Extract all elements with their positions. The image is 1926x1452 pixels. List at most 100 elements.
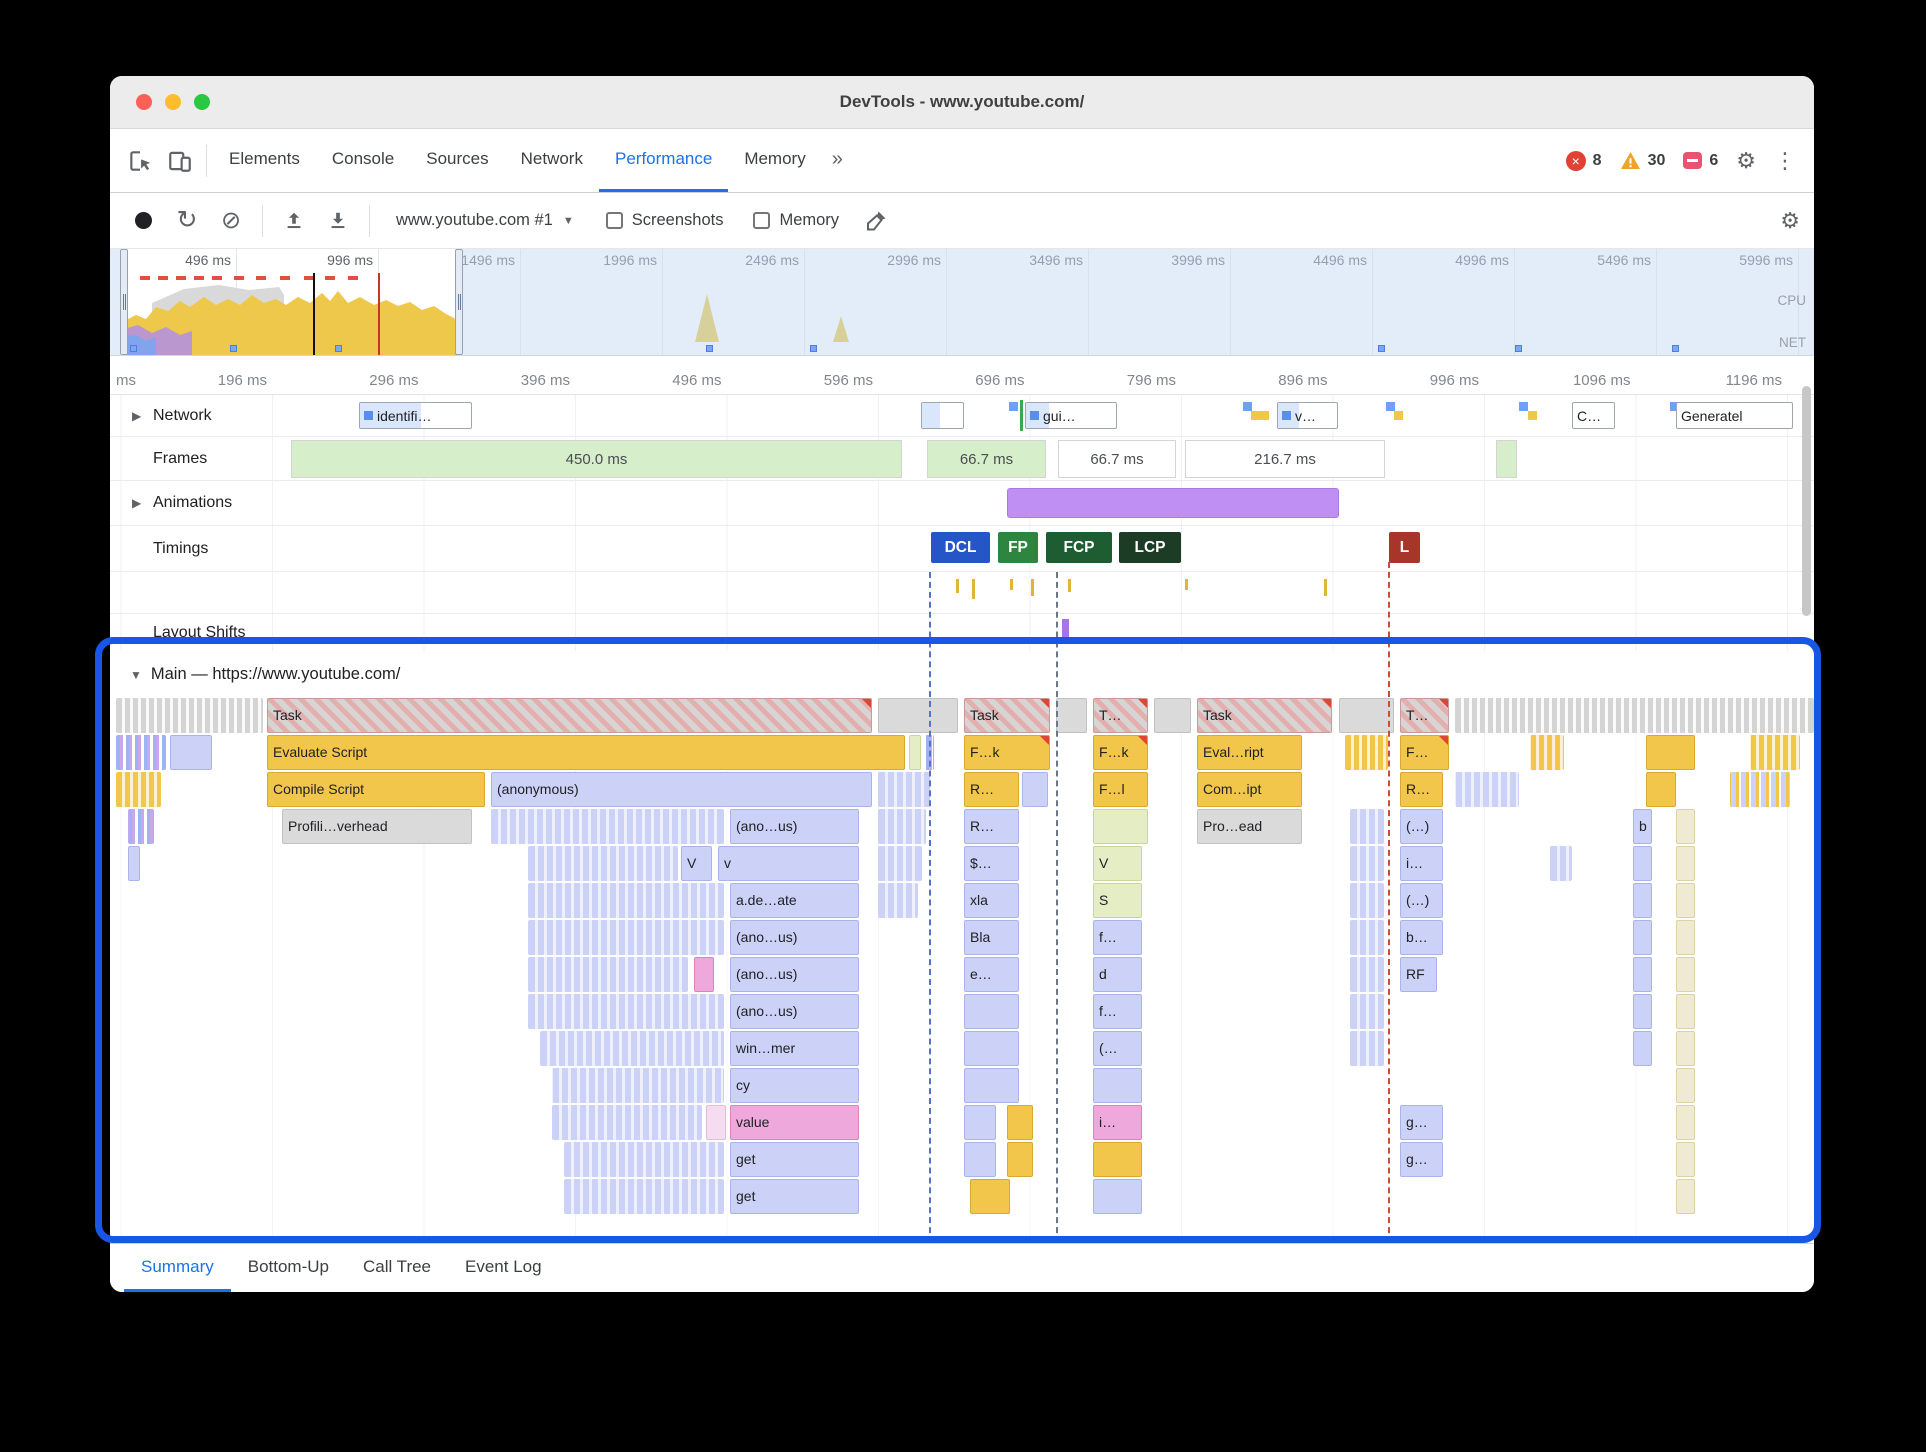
details-tab-event-log[interactable]: Event Log [448,1244,559,1292]
flame-bar[interactable] [528,883,724,918]
flame-bar[interactable] [909,735,921,770]
timing-marker-l[interactable]: L [1389,532,1420,563]
flame-bar[interactable] [1646,735,1695,770]
flame-bar[interactable] [1350,883,1384,918]
flame-bar[interactable]: F… [1400,735,1449,770]
flame-bar[interactable] [970,1179,1010,1214]
animation-bar[interactable] [1007,488,1339,518]
flame-bar[interactable] [116,698,263,733]
flame-bar[interactable] [1056,698,1087,733]
flame-bar[interactable] [878,809,926,844]
tab-elements[interactable]: Elements [213,129,316,192]
flame-bar[interactable]: Task [964,698,1050,733]
warning-count-badge[interactable]: 30 [1620,151,1665,170]
device-toolbar-icon[interactable] [160,139,200,183]
layout-shifts-track[interactable]: Layout Shifts [110,614,1814,651]
flame-bar[interactable] [964,994,1019,1029]
flame-bar[interactable] [128,809,154,844]
reload-and-record-button[interactable]: ↻ [168,202,206,240]
save-profile-icon[interactable] [319,202,357,240]
flame-bar[interactable] [1007,1142,1033,1177]
flame-bar[interactable]: S [1093,883,1142,918]
flame-bar[interactable] [878,846,922,881]
flame-bar[interactable] [1345,735,1388,770]
network-track[interactable]: ▶ Network identifi… gui… v… C… Generatel [110,395,1814,437]
issues-count-badge[interactable]: 6 [1683,152,1718,170]
expand-animations-icon[interactable]: ▶ [132,496,146,510]
flame-bar[interactable]: i… [1400,846,1443,881]
flame-bar[interactable]: Bla [964,920,1019,955]
flame-bar[interactable] [1676,1105,1695,1140]
collapse-main-icon[interactable]: ▼ [130,668,142,682]
settings-gear-icon[interactable]: ⚙ [1736,149,1756,172]
minimize-window-button[interactable] [165,94,181,110]
flame-bar[interactable]: Pro…ead [1197,809,1302,844]
flame-bar[interactable] [1633,846,1652,881]
flame-bar[interactable]: (…) [1400,809,1443,844]
selection-handle-right[interactable] [455,249,463,355]
flame-bar[interactable]: RF [1400,957,1437,992]
flame-bar[interactable]: get [730,1179,859,1214]
flame-bar[interactable] [878,772,930,807]
flame-bar[interactable]: a.de…ate [730,883,859,918]
flame-bar[interactable]: R… [964,772,1019,807]
record-button[interactable] [124,202,162,240]
flame-bar[interactable]: b [1633,809,1652,844]
flame-bar[interactable] [1550,846,1572,881]
flame-bar[interactable]: T… [1400,698,1449,733]
timing-marker-dcl[interactable]: DCL [931,532,990,563]
close-window-button[interactable] [136,94,152,110]
timing-marker-fp[interactable]: FP [998,532,1038,563]
flame-bar[interactable] [1350,920,1384,955]
flame-bar[interactable] [1093,809,1148,844]
flame-bar[interactable] [1350,994,1384,1029]
frame-duration-bar[interactable] [1496,440,1517,478]
flame-bar[interactable] [1093,1179,1142,1214]
flame-bar[interactable]: (anonymous) [491,772,872,807]
profile-history-select[interactable]: www.youtube.com #1 ▼ [386,211,584,230]
flame-bar[interactable] [1676,1179,1695,1214]
frame-duration-bar[interactable]: 450.0 ms [291,440,902,478]
flame-bar[interactable] [1676,809,1695,844]
flame-bar[interactable]: Evaluate Script [267,735,905,770]
flame-bar[interactable]: F…k [964,735,1050,770]
flame-bar[interactable]: T… [1093,698,1148,733]
flame-bar[interactable] [964,1142,996,1177]
flame-bar[interactable] [128,846,140,881]
flame-bar[interactable]: R… [1400,772,1443,807]
network-request[interactable]: C… [1572,402,1615,429]
inspect-element-icon[interactable] [120,139,160,183]
tab-sources[interactable]: Sources [410,129,504,192]
flame-bar[interactable]: e… [964,957,1019,992]
tab-performance[interactable]: Performance [598,129,729,192]
flame-bar[interactable] [694,957,714,992]
flame-bar[interactable] [1633,957,1652,992]
frame-duration-bar[interactable]: 66.7 ms [1058,440,1176,478]
timeline-overview[interactable]: 496 ms996 ms1496 ms1996 ms2496 ms2996 ms… [110,249,1814,356]
frame-duration-bar[interactable]: 66.7 ms [927,440,1046,478]
details-tab-call-tree[interactable]: Call Tree [346,1244,448,1292]
flame-bar[interactable] [1530,735,1564,770]
timing-marker-fcp[interactable]: FCP [1046,532,1112,563]
vertical-scrollbar-thumb[interactable] [1802,386,1811,616]
flame-bar[interactable] [552,1068,724,1103]
flame-bar[interactable] [964,1031,1019,1066]
flame-bar[interactable]: F…l [1093,772,1148,807]
flame-bar[interactable]: v [718,846,859,881]
flame-bar[interactable]: (ano…us) [730,957,859,992]
flame-bar[interactable] [528,846,678,881]
flame-bar[interactable] [1339,698,1394,733]
timings-track[interactable]: Timings DCL FP FCP LCP L [110,526,1814,572]
flame-chart[interactable]: Task Task T… Task T… Evaluate Script F…k F…k Eva… [110,698,1814,1243]
flame-bar[interactable] [878,883,918,918]
flame-bar[interactable] [540,1031,724,1066]
flame-bar[interactable] [1455,698,1814,733]
expand-network-icon[interactable]: ▶ [132,409,146,423]
flame-bar[interactable] [1750,735,1800,770]
selection-handle-left[interactable] [120,249,128,355]
load-profile-icon[interactable] [275,202,313,240]
flame-bar[interactable]: Compile Script [267,772,485,807]
flame-bar[interactable] [964,1105,996,1140]
flame-bar[interactable] [925,735,934,770]
zoom-window-button[interactable] [194,94,210,110]
